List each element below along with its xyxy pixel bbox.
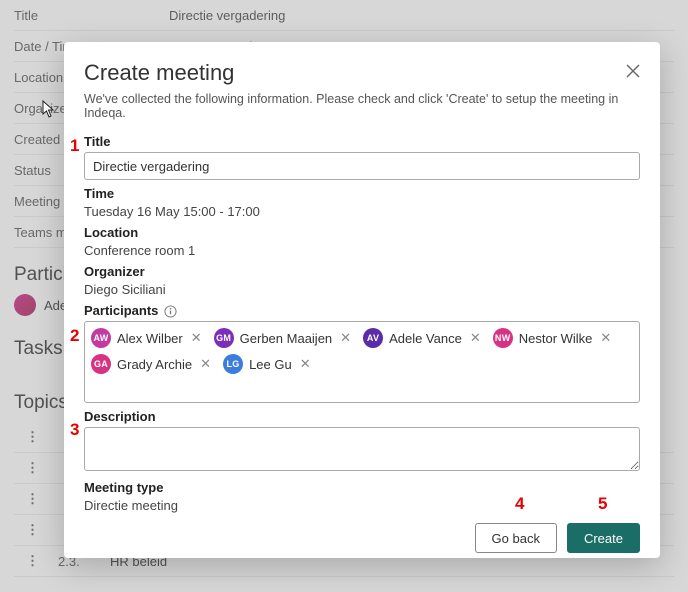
participant-name: Gerben Maaijen bbox=[240, 331, 333, 346]
remove-participant-icon[interactable]: ✕ bbox=[298, 356, 313, 372]
description-field-label: Description bbox=[84, 409, 640, 424]
participants-field-label: Participants bbox=[84, 303, 640, 318]
participants-label-text: Participants bbox=[84, 303, 158, 318]
remove-participant-icon[interactable]: ✕ bbox=[598, 330, 613, 346]
remove-participant-icon[interactable]: ✕ bbox=[468, 330, 483, 346]
participant-chip: AV Adele Vance ✕ bbox=[363, 328, 483, 348]
title-field-label: Title bbox=[84, 134, 640, 149]
goback-button[interactable]: Go back bbox=[475, 523, 557, 553]
info-icon[interactable] bbox=[164, 305, 177, 318]
location-field-value: Conference room 1 bbox=[84, 243, 640, 258]
participant-chip: GA Grady Archie ✕ bbox=[91, 354, 213, 374]
participant-chip: NW Nestor Wilke ✕ bbox=[493, 328, 614, 348]
location-field-label: Location bbox=[84, 225, 640, 240]
meetingtype-field-label: Meeting type bbox=[84, 480, 640, 495]
participant-chip: LG Lee Gu ✕ bbox=[223, 354, 313, 374]
participant-name: Grady Archie bbox=[117, 357, 192, 372]
description-textarea[interactable] bbox=[84, 427, 640, 471]
avatar: AW bbox=[91, 328, 111, 348]
participant-name: Adele Vance bbox=[389, 331, 462, 346]
avatar: GA bbox=[91, 354, 111, 374]
remove-participant-icon[interactable]: ✕ bbox=[189, 330, 204, 346]
participant-chip: AW Alex Wilber ✕ bbox=[91, 328, 204, 348]
participant-name: Alex Wilber bbox=[117, 331, 183, 346]
modal-title: Create meeting bbox=[84, 60, 234, 86]
participant-name: Nestor Wilke bbox=[519, 331, 593, 346]
time-field-label: Time bbox=[84, 186, 640, 201]
time-field-value: Tuesday 16 May 15:00 - 17:00 bbox=[84, 204, 640, 219]
create-meeting-modal: Create meeting We've collected the follo… bbox=[64, 42, 660, 558]
avatar: NW bbox=[493, 328, 513, 348]
remove-participant-icon[interactable]: ✕ bbox=[198, 356, 213, 372]
participant-chip: GM Gerben Maaijen ✕ bbox=[214, 328, 353, 348]
avatar: LG bbox=[223, 354, 243, 374]
close-icon[interactable] bbox=[626, 64, 640, 78]
create-button[interactable]: Create bbox=[567, 523, 640, 553]
avatar: GM bbox=[214, 328, 234, 348]
title-input[interactable] bbox=[84, 152, 640, 180]
remove-participant-icon[interactable]: ✕ bbox=[338, 330, 353, 346]
meetingtype-field-value: Directie meeting bbox=[84, 498, 640, 513]
organizer-field-value: Diego Siciliani bbox=[84, 282, 640, 297]
modal-subtitle: We've collected the following informatio… bbox=[84, 92, 640, 120]
participant-name: Lee Gu bbox=[249, 357, 292, 372]
avatar: AV bbox=[363, 328, 383, 348]
participants-input[interactable]: AWAlex Wilber✕GMGerben Maaijen✕AVAdele V… bbox=[84, 321, 640, 403]
organizer-field-label: Organizer bbox=[84, 264, 640, 279]
